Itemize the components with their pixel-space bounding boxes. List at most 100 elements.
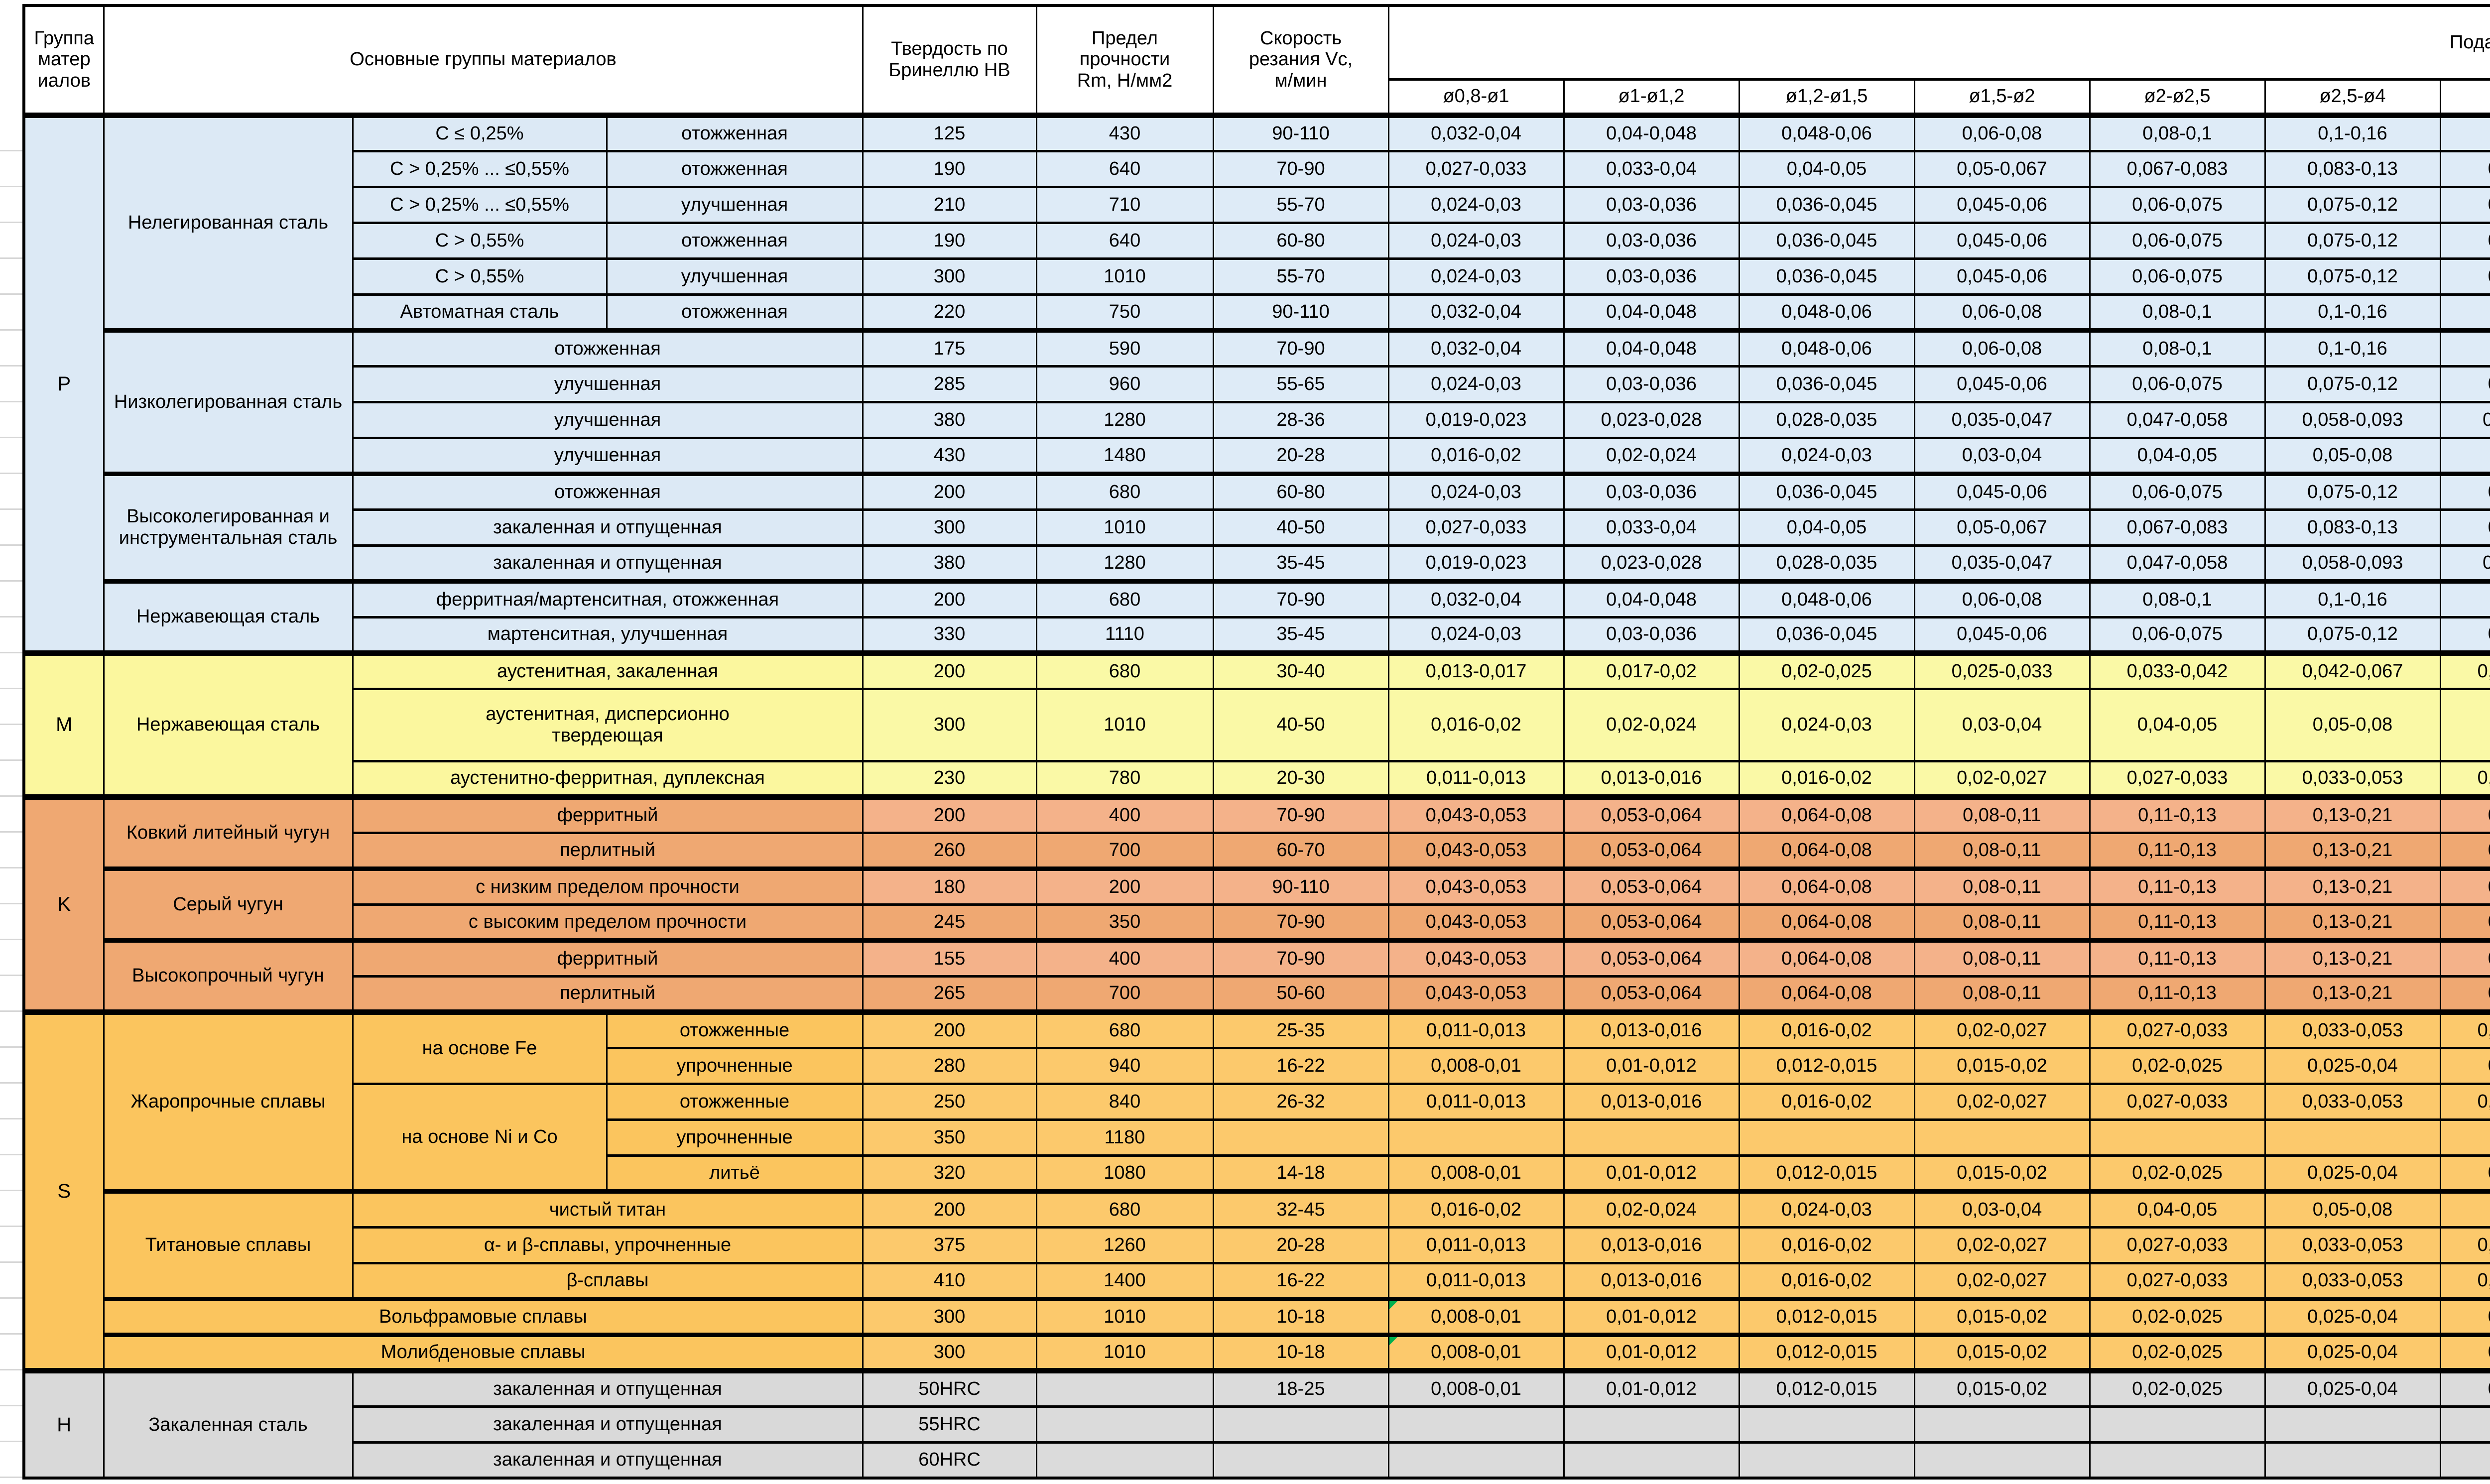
material-label-cell[interactable]: отожженная: [607, 223, 863, 258]
feed-cell[interactable]: 0,024-0,03: [1388, 187, 1564, 223]
speed-cell[interactable]: 70-90: [1213, 940, 1388, 976]
feed-cell[interactable]: 0,024-0,03: [1388, 474, 1564, 509]
feed-cell[interactable]: 0,04-0,048: [1564, 115, 1739, 151]
feed-cell[interactable]: 0,21-0,27: [2440, 868, 2490, 904]
feed-cell[interactable]: 0,13-0,21: [2265, 940, 2440, 976]
feed-cell[interactable]: 0,02-0,025: [2090, 1155, 2265, 1191]
hardness-cell[interactable]: 430: [863, 438, 1036, 474]
feed-cell[interactable]: 0,015-0,02: [1914, 1370, 2090, 1406]
feed-cell[interactable]: 0,06-0,075: [2090, 617, 2265, 653]
feed-cell[interactable]: 0,035-0,047: [1914, 545, 2090, 581]
feed-cell[interactable]: 0,012-0,015: [1739, 1335, 1914, 1370]
feed-cell[interactable]: 0,011-0,013: [1388, 1263, 1564, 1299]
strength-cell[interactable]: 1010: [1036, 258, 1213, 294]
feed-cell[interactable]: 0,02-0,024: [1564, 1191, 1739, 1227]
feed-cell[interactable]: [1388, 1119, 1564, 1155]
feed-cell[interactable]: [1914, 1406, 2090, 1442]
feed-cell[interactable]: 0,02-0,025: [1739, 653, 1914, 689]
diameter-header[interactable]: ø0,8-ø1: [1388, 79, 1564, 115]
feed-cell[interactable]: [1914, 1119, 2090, 1155]
feed-cell[interactable]: 0,043-0,053: [1388, 797, 1564, 833]
material-label-cell[interactable]: на основе Fe: [353, 1012, 607, 1084]
strength-cell[interactable]: 1280: [1036, 545, 1213, 581]
feed-cell[interactable]: 0,08-0,1: [2440, 438, 2490, 474]
speed-cell[interactable]: 16-22: [1213, 1048, 1388, 1084]
feed-cell[interactable]: 0,036-0,045: [1739, 366, 1914, 402]
feed-cell[interactable]: 0,008-0,01: [1388, 1048, 1564, 1084]
feed-cell[interactable]: 0,036-0,045: [1739, 258, 1914, 294]
material-label-cell[interactable]: отожженная: [607, 115, 863, 151]
feed-cell[interactable]: 0,036-0,045: [1739, 187, 1914, 223]
feed-cell[interactable]: 0,04-0,05: [2440, 1335, 2490, 1370]
feed-cell[interactable]: 0,016-0,02: [1739, 761, 1914, 797]
feed-cell[interactable]: 0,13-0,17: [2440, 151, 2490, 187]
feed-cell[interactable]: 0,06-0,08: [1914, 115, 2090, 151]
speed-cell[interactable]: 90-110: [1213, 294, 1388, 330]
feed-cell[interactable]: 0,05-0,067: [1914, 509, 2090, 545]
feed-cell[interactable]: 0,045-0,06: [1914, 617, 2090, 653]
feed-cell[interactable]: 0,024-0,03: [1388, 258, 1564, 294]
header-strength[interactable]: Предел прочности Rm, Н/мм2: [1036, 5, 1213, 115]
feed-cell[interactable]: 0,024-0,03: [1388, 617, 1564, 653]
material-label-cell[interactable]: с низким пределом прочности: [353, 868, 863, 904]
feed-cell[interactable]: 0,027-0,033: [2090, 761, 2265, 797]
strength-cell[interactable]: 710: [1036, 187, 1213, 223]
feed-cell[interactable]: [2265, 1406, 2440, 1442]
feed-cell[interactable]: 0,064-0,08: [1739, 797, 1914, 833]
hardness-cell[interactable]: 330: [863, 617, 1036, 653]
feed-cell[interactable]: 0,013-0,016: [1564, 761, 1739, 797]
header-material-group[interactable]: Группа матер иалов: [24, 5, 104, 115]
strength-cell[interactable]: 1080: [1036, 1155, 1213, 1191]
hardness-cell[interactable]: 300: [863, 1335, 1036, 1370]
feed-cell[interactable]: 0,008-0,01: [1388, 1299, 1564, 1335]
feed-cell[interactable]: 0,053-0,064: [1564, 797, 1739, 833]
feed-cell[interactable]: [1564, 1442, 1739, 1478]
feed-cell[interactable]: 0,08-0,1: [2090, 581, 2265, 617]
strength-cell[interactable]: 1010: [1036, 509, 1213, 545]
material-label-cell[interactable]: Автоматная сталь: [353, 294, 607, 330]
feed-cell[interactable]: 0,02-0,025: [2090, 1335, 2265, 1370]
hardness-cell[interactable]: 320: [863, 1155, 1036, 1191]
material-label-cell[interactable]: улучшенная: [353, 438, 863, 474]
material-label-cell[interactable]: аустенитно-ферритная, дуплексная: [353, 761, 863, 797]
material-label-cell[interactable]: литьё: [607, 1155, 863, 1191]
feed-cell[interactable]: 0,06-0,075: [2090, 223, 2265, 258]
feed-cell[interactable]: 0,033-0,053: [2265, 1263, 2440, 1299]
strength-cell[interactable]: 640: [1036, 151, 1213, 187]
header-hardness[interactable]: Твердость по Бринеллю HB: [863, 5, 1036, 115]
material-label-cell[interactable]: отожженная: [353, 330, 863, 366]
material-label-cell[interactable]: C > 0,25% ... ≤0,55%: [353, 187, 607, 223]
feed-cell[interactable]: 0,024-0,03: [1739, 438, 1914, 474]
feed-cell[interactable]: 0,053-0,064: [1564, 904, 1739, 940]
hardness-cell[interactable]: 260: [863, 833, 1036, 868]
feed-cell[interactable]: 0,036-0,045: [1739, 474, 1914, 509]
feed-cell[interactable]: 0,011-0,013: [1388, 761, 1564, 797]
feed-cell[interactable]: 0,045-0,06: [1914, 258, 2090, 294]
material-label-cell[interactable]: отожженные: [607, 1084, 863, 1119]
material-label-cell[interactable]: чистый титан: [353, 1191, 863, 1227]
feed-cell[interactable]: 0,04-0,05: [2440, 1299, 2490, 1335]
feed-cell[interactable]: 0,16-0,2: [2440, 294, 2490, 330]
hardness-cell[interactable]: 220: [863, 294, 1036, 330]
feed-cell[interactable]: 0,033-0,04: [1564, 151, 1739, 187]
diameter-header[interactable]: ø1,5-ø2: [1914, 79, 2090, 115]
hardness-cell[interactable]: 280: [863, 1048, 1036, 1084]
feed-cell[interactable]: 0,13-0,21: [2265, 904, 2440, 940]
feed-cell[interactable]: 0,16-0,2: [2440, 330, 2490, 366]
feed-cell[interactable]: 0,047-0,058: [2090, 545, 2265, 581]
feed-cell[interactable]: 0,03-0,036: [1564, 223, 1739, 258]
feed-cell[interactable]: 0,013-0,016: [1564, 1227, 1739, 1263]
feed-cell[interactable]: 0,053-0,067: [2440, 1012, 2490, 1048]
feed-cell[interactable]: 0,21-0,27: [2440, 797, 2490, 833]
feed-cell[interactable]: 0,03-0,036: [1564, 474, 1739, 509]
feed-cell[interactable]: [1914, 1442, 2090, 1478]
hardness-cell[interactable]: 300: [863, 1299, 1036, 1335]
feed-cell[interactable]: 0,033-0,053: [2265, 1227, 2440, 1263]
material-label-cell[interactable]: закаленная и отпущенная: [353, 545, 863, 581]
feed-cell[interactable]: 0,11-0,13: [2090, 940, 2265, 976]
feed-cell[interactable]: 0,04-0,048: [1564, 581, 1739, 617]
speed-cell[interactable]: 35-45: [1213, 545, 1388, 581]
feed-cell[interactable]: 0,11-0,13: [2090, 904, 2265, 940]
feed-cell[interactable]: 0,027-0,033: [2090, 1263, 2265, 1299]
feed-cell[interactable]: 0,1-0,16: [2265, 581, 2440, 617]
